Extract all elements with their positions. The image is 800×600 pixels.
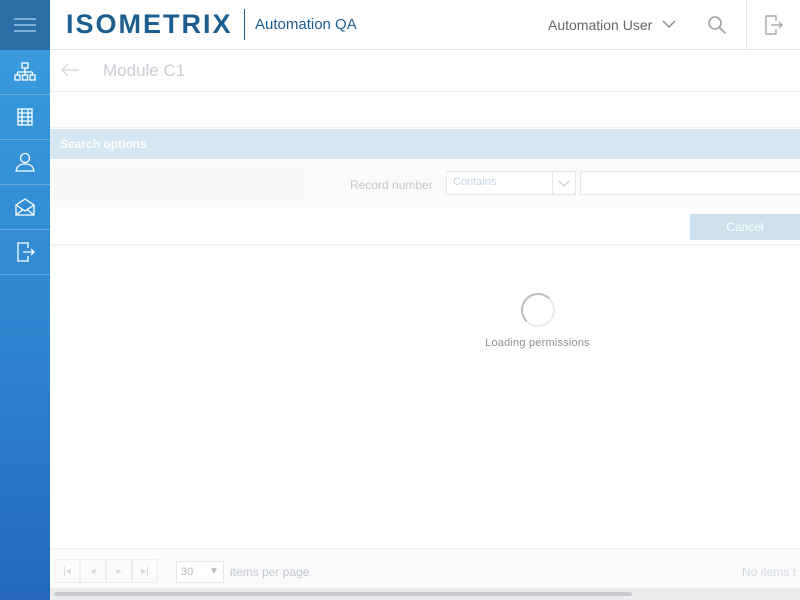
sidebar bbox=[0, 0, 50, 600]
main-content: Module C1 Search options Record number C… bbox=[50, 50, 800, 600]
horizontal-scrollbar[interactable] bbox=[50, 588, 800, 600]
search-options-title: Search options bbox=[60, 137, 147, 151]
pager-status: No items t bbox=[742, 565, 797, 579]
user-menu-name[interactable]: Automation User bbox=[548, 17, 652, 33]
pager: |◂ ◂ ▸ ▸| 30 ▼ items per page No items t bbox=[50, 548, 800, 588]
sidebar-item-modules[interactable] bbox=[0, 95, 50, 140]
search-actions-row: Cancel bbox=[50, 208, 800, 245]
scrollbar-thumb[interactable] bbox=[54, 592, 632, 596]
operator-select-value: Contains bbox=[453, 176, 497, 188]
module-grid-icon bbox=[17, 108, 33, 126]
last-page-button[interactable]: ▸| bbox=[132, 559, 158, 583]
items-per-page-label: items per page bbox=[230, 565, 310, 579]
search-left-field bbox=[54, 168, 304, 200]
search-options-header[interactable]: Search options bbox=[50, 129, 800, 159]
chevron-down-icon[interactable] bbox=[661, 16, 677, 32]
hamburger-menu-icon bbox=[14, 18, 36, 32]
first-page-button[interactable]: |◂ bbox=[54, 559, 80, 583]
cancel-button[interactable]: Cancel bbox=[690, 214, 800, 240]
toolbar-strip bbox=[50, 92, 800, 128]
next-page-button[interactable]: ▸ bbox=[106, 559, 132, 583]
items-per-page-select[interactable]: 30 ▼ bbox=[176, 561, 224, 583]
search-options-panel: Record number Contains bbox=[50, 160, 800, 208]
logo-divider bbox=[244, 9, 245, 40]
chevron-down-icon bbox=[558, 180, 570, 187]
loading-spinner-icon bbox=[521, 293, 555, 327]
sidebar-item-org-chart[interactable] bbox=[0, 50, 50, 95]
sidebar-item-messages[interactable] bbox=[0, 185, 50, 230]
isometrix-logo: ISOMETRIX bbox=[66, 9, 233, 39]
back-arrow-icon[interactable] bbox=[60, 61, 80, 79]
record-number-label: Record number bbox=[350, 178, 433, 192]
org-chart-icon bbox=[14, 62, 36, 81]
title-bar: Module C1 bbox=[50, 50, 800, 92]
logout-icon[interactable] bbox=[764, 14, 784, 36]
top-header: ISOMETRIX Automation QA Automation User bbox=[50, 0, 800, 50]
user-icon bbox=[15, 152, 35, 172]
prev-page-button[interactable]: ◂ bbox=[80, 559, 106, 583]
exit-icon bbox=[17, 242, 35, 262]
hamburger-menu-button[interactable] bbox=[0, 0, 50, 50]
header-divider bbox=[746, 0, 747, 50]
dropdown-arrow-icon: ▼ bbox=[209, 566, 219, 577]
loading-text: Loading permissions bbox=[485, 337, 590, 349]
record-number-input[interactable] bbox=[580, 171, 800, 195]
select-divider bbox=[552, 172, 553, 194]
search-icon[interactable] bbox=[707, 15, 727, 35]
operator-select[interactable]: Contains bbox=[446, 171, 576, 195]
sidebar-item-users[interactable] bbox=[0, 140, 50, 185]
sidebar-item-exit[interactable] bbox=[0, 230, 50, 275]
mail-icon bbox=[15, 198, 35, 216]
app-name: Automation QA bbox=[255, 16, 357, 33]
loading-overlay: Loading permissions bbox=[50, 245, 800, 545]
items-per-page-value: 30 bbox=[181, 566, 194, 578]
page-title: Module C1 bbox=[103, 61, 186, 80]
